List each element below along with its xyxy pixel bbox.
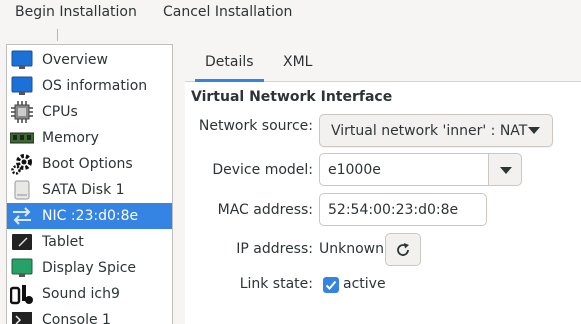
refresh-ip-button[interactable] <box>385 233 421 266</box>
disk-icon <box>10 179 34 201</box>
link-state-checkbox[interactable] <box>323 277 339 293</box>
device-model-dropdown-button[interactable] <box>488 153 522 186</box>
memory-icon <box>10 127 34 149</box>
sidebar-item-label: Sound ich9 <box>42 286 120 302</box>
tab-bar: Details XML <box>185 44 581 82</box>
sidebar-item-label: OS information <box>42 78 148 94</box>
hardware-list: Overview OS information CPUs Memory Boot… <box>6 44 173 324</box>
sidebar-item-label: NIC :23:d0:8e <box>42 208 139 224</box>
toolbar: Begin Installation Cancel Installation <box>0 0 581 41</box>
gear-icon <box>10 153 34 175</box>
chevron-down-icon <box>500 167 512 174</box>
sidebar-item-label: Boot Options <box>42 156 133 172</box>
device-model-input[interactable]: e1000e <box>319 153 489 186</box>
mac-address-value: 52:54:00:23:d0:8e <box>328 201 459 218</box>
network-source-value: Virtual network 'inner' : NAT <box>331 122 528 139</box>
link-state-label: Link state: <box>239 276 313 292</box>
sidebar-item-cpus[interactable]: CPUs <box>7 99 172 125</box>
sidebar-item-tablet[interactable]: Tablet <box>7 229 172 255</box>
sidebar-item-memory[interactable]: Memory <box>7 125 172 151</box>
sidebar-item-sound[interactable]: Sound ich9 <box>7 281 172 307</box>
link-state-value: active <box>343 276 386 292</box>
section-title: Virtual Network Interface <box>191 89 393 105</box>
network-source-label: Network source: <box>198 118 313 134</box>
details-panel: Details XML Virtual Network Interface Ne… <box>185 44 581 324</box>
network-icon <box>10 205 34 227</box>
monitor-icon <box>10 75 34 97</box>
sidebar-item-overview[interactable]: Overview <box>7 47 172 73</box>
refresh-icon <box>397 242 409 256</box>
tab-details[interactable]: Details <box>195 44 264 82</box>
begin-installation-button[interactable]: Begin Installation <box>15 0 137 26</box>
sidebar-item-boot-options[interactable]: Boot Options <box>7 151 172 177</box>
cpu-icon <box>10 101 34 123</box>
sidebar-item-label: Console 1 <box>42 312 111 324</box>
sidebar-item-console[interactable]: Console 1 <box>7 307 172 324</box>
toolbar-divider <box>0 29 58 41</box>
sidebar-item-label: Overview <box>42 52 108 68</box>
device-model-value: e1000e <box>328 161 381 178</box>
sidebar-item-label: Display Spice <box>42 260 137 276</box>
mac-address-field[interactable]: 52:54:00:23:d0:8e <box>319 193 487 226</box>
chevron-down-icon <box>528 127 540 134</box>
sidebar-item-sata-disk-1[interactable]: SATA Disk 1 <box>7 177 172 203</box>
sidebar-item-label: SATA Disk 1 <box>42 182 125 198</box>
sound-icon <box>10 283 34 305</box>
checkmark-icon <box>325 280 337 290</box>
console-icon <box>10 309 34 324</box>
tablet-icon <box>10 231 34 253</box>
ip-address-value: Unknown <box>319 241 384 257</box>
network-source-dropdown[interactable]: Virtual network 'inner' : NAT <box>319 114 553 147</box>
device-model-label: Device model: <box>212 162 313 178</box>
sidebar-item-os-information[interactable]: OS information <box>7 73 172 99</box>
sidebar-item-label: CPUs <box>42 104 78 120</box>
mac-address-label: MAC address: <box>217 202 313 218</box>
sidebar-item-label: Tablet <box>42 234 84 250</box>
monitor-icon <box>10 49 34 71</box>
sidebar-item-label: Memory <box>42 130 99 146</box>
cancel-installation-button[interactable]: Cancel Installation <box>163 0 292 26</box>
tab-xml[interactable]: XML <box>273 44 322 82</box>
sidebar-item-nic[interactable]: NIC :23:d0:8e <box>7 203 172 229</box>
sidebar-item-display-spice[interactable]: Display Spice <box>7 255 172 281</box>
ip-address-label: IP address: <box>236 241 313 257</box>
display-icon <box>10 257 34 279</box>
